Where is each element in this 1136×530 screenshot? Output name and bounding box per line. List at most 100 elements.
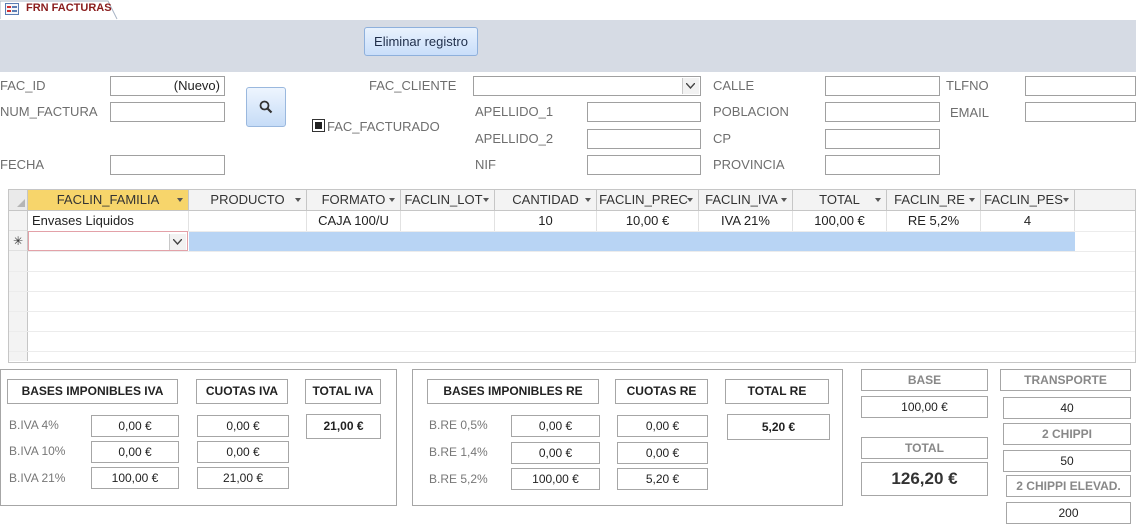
provincia-field[interactable] <box>825 155 940 175</box>
apellido-1-field[interactable] <box>587 102 701 122</box>
poblacion-field[interactable] <box>825 102 940 122</box>
cell-cantidad[interactable]: 10 <box>495 211 597 231</box>
fac-facturado-checkbox[interactable] <box>312 119 325 132</box>
chippi-elevad-header: 2 CHIPPI ELEVAD. <box>1006 475 1131 497</box>
col-header-faclin-re[interactable]: FACLIN_RE <box>887 190 981 210</box>
nif-field[interactable] <box>587 155 701 175</box>
cell-faclin-iva[interactable]: IVA 21% <box>699 211 793 231</box>
new-record-marker[interactable]: ✳ <box>9 231 28 251</box>
fac-facturado-label: FAC_FACTURADO <box>327 119 440 134</box>
row-selector[interactable] <box>9 211 28 231</box>
re-row-label: B.RE 1,4% <box>429 445 488 459</box>
fecha-field[interactable] <box>110 155 225 175</box>
chippi-elevad-value: 200 <box>1006 502 1131 524</box>
empty-selector-column <box>9 251 28 361</box>
re-cuota-value: 0,00 € <box>617 442 708 464</box>
apellido-2-label: APELLIDO_2 <box>475 131 554 146</box>
col-header-total[interactable]: TOTAL <box>793 190 887 210</box>
col-header-producto[interactable]: PRODUCTO <box>189 190 307 210</box>
re-total-header: TOTAL RE <box>725 379 829 404</box>
row-divider <box>9 251 1135 252</box>
sort-dropdown-icon[interactable] <box>177 198 183 202</box>
email-label: EMAIL <box>950 105 990 120</box>
iva-bases-header: BASES IMPONIBLES IVA <box>7 379 178 404</box>
iva-row-label: B.IVA 4% <box>9 418 59 432</box>
cell-faclin-familia[interactable]: Envases Liquidos <box>28 211 189 231</box>
tlfno-label: TLFNO <box>946 78 989 93</box>
grid-line <box>9 291 1135 292</box>
col-header-formato[interactable]: FORMATO <box>307 190 401 210</box>
email-field[interactable] <box>1025 102 1136 122</box>
iva-base-value: 100,00 € <box>91 467 179 489</box>
apellido-2-field[interactable] <box>587 129 701 149</box>
grid-line <box>9 271 1135 272</box>
sort-dropdown-icon[interactable] <box>389 198 395 202</box>
grid-line <box>9 351 1135 352</box>
re-base-value: 0,00 € <box>511 415 600 437</box>
iva-base-value: 0,00 € <box>91 441 179 463</box>
sort-dropdown-icon[interactable] <box>875 198 881 202</box>
grid-line <box>9 311 1135 312</box>
sort-dropdown-icon[interactable] <box>1063 198 1069 202</box>
cell-faclin-re[interactable]: RE 5,2% <box>887 211 981 231</box>
iva-cuota-value: 0,00 € <box>197 415 289 437</box>
chevron-down-icon[interactable] <box>169 234 186 250</box>
form-header <box>0 20 1136 72</box>
sort-dropdown-icon[interactable] <box>687 198 693 202</box>
col-header-faclin-iva[interactable]: FACLIN_IVA <box>699 190 793 210</box>
corner-triangle-icon <box>17 199 25 207</box>
base-value: 100,00 € <box>861 396 988 418</box>
grand-total-value: 126,20 € <box>861 462 988 496</box>
re-cuotas-header: CUOTAS RE <box>615 379 708 404</box>
search-button[interactable] <box>246 87 286 127</box>
cp-field[interactable] <box>825 129 940 149</box>
iva-cuota-value: 21,00 € <box>197 467 289 489</box>
col-header-faclin-pes[interactable]: FACLIN_PES <box>981 190 1075 210</box>
col-header-faclin-familia[interactable]: FACLIN_FAMILIA <box>28 190 189 210</box>
select-all-corner[interactable] <box>9 190 28 210</box>
transporte-value: 40 <box>1003 397 1131 419</box>
re-base-value: 0,00 € <box>511 442 600 464</box>
sort-dropdown-icon[interactable] <box>483 198 489 202</box>
col-header-cantidad[interactable]: CANTIDAD <box>495 190 597 210</box>
chevron-down-icon[interactable] <box>682 78 699 94</box>
cell-faclin-pes[interactable]: 4 <box>981 211 1075 231</box>
col-header-faclin-lot[interactable]: FACLIN_LOT <box>401 190 495 210</box>
fecha-label: FECHA <box>0 157 45 172</box>
iva-total-header: TOTAL IVA <box>305 379 381 404</box>
tlfno-field[interactable] <box>1025 76 1136 96</box>
iva-base-value: 0,00 € <box>91 415 179 437</box>
form-icon <box>5 3 19 15</box>
sort-dropdown-icon[interactable] <box>781 198 787 202</box>
tab-title: FRN FACTURAS <box>26 2 112 14</box>
cell-formato[interactable]: CAJA 100/U <box>307 211 401 231</box>
num-factura-field[interactable] <box>110 102 225 122</box>
invoice-lines-datasheet[interactable]: FACLIN_FAMILIA PRODUCTO FORMATO FACLIN_L… <box>8 189 1136 363</box>
provincia-label: PROVINCIA <box>713 157 785 172</box>
sort-dropdown-icon[interactable] <box>969 198 975 202</box>
re-row-label: B.RE 5,2% <box>429 472 488 486</box>
checkbox-checked-mark <box>315 122 322 129</box>
cell-faclin-prec[interactable]: 10,00 € <box>597 211 699 231</box>
sort-dropdown-icon[interactable] <box>585 198 591 202</box>
chippi-header: 2 CHIPPI <box>1003 423 1131 445</box>
delete-record-button[interactable]: Eliminar registro <box>364 27 478 56</box>
cell-faclin-lot[interactable] <box>401 211 495 231</box>
calle-field[interactable] <box>825 76 940 96</box>
iva-row-label: B.IVA 10% <box>9 444 66 458</box>
document-tab[interactable]: FRN FACTURAS <box>0 0 118 20</box>
iva-cuotas-header: CUOTAS IVA <box>196 379 288 404</box>
col-header-faclin-prec[interactable]: FACLIN_PREC <box>597 190 699 210</box>
cell-total[interactable]: 100,00 € <box>793 211 887 231</box>
re-bases-header: BASES IMPONIBLES RE <box>427 379 599 404</box>
sort-dropdown-icon[interactable] <box>295 198 301 202</box>
cell-producto[interactable] <box>189 211 307 231</box>
transporte-header: TRANSPORTE <box>1000 369 1131 391</box>
re-base-value: 100,00 € <box>511 468 600 490</box>
new-row-highlight[interactable] <box>189 232 1075 251</box>
new-row-familia-combo[interactable] <box>28 231 188 251</box>
datasheet-header-row: FACLIN_FAMILIA PRODUCTO FORMATO FACLIN_L… <box>9 190 1135 211</box>
fac-id-field[interactable]: (Nuevo) <box>110 76 225 96</box>
fac-cliente-combo[interactable] <box>473 76 701 96</box>
calle-label: CALLE <box>713 78 755 93</box>
